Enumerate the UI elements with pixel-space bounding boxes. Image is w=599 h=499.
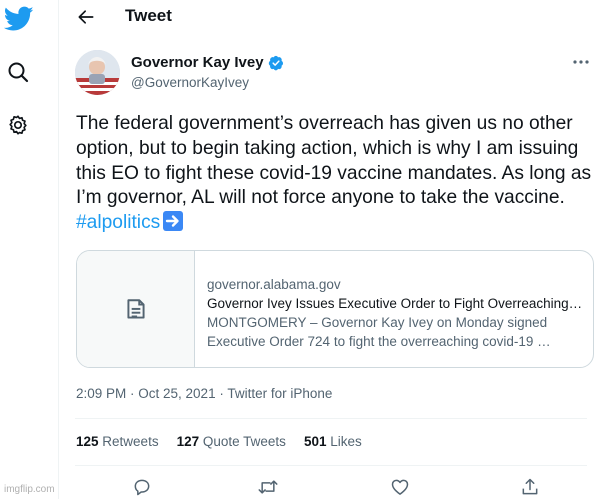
search-icon[interactable] xyxy=(4,58,32,86)
engagement-stats: 125 Retweets 127 Quote Tweets 501 Likes xyxy=(76,434,362,449)
more-options-icon[interactable] xyxy=(570,54,592,70)
divider xyxy=(75,418,587,419)
gear-icon[interactable] xyxy=(4,111,32,139)
tweet-body: The federal government’s overreach has g… xyxy=(76,113,592,209)
quotes-label: Quote Tweets xyxy=(202,434,286,449)
card-domain: governor.alabama.gov xyxy=(207,277,341,292)
author-handle[interactable]: @GovernorKayIvey xyxy=(131,75,249,90)
reply-icon[interactable] xyxy=(131,476,153,498)
retweets-label: Retweets xyxy=(102,434,159,449)
author-name-text[interactable]: Governor Kay Ivey xyxy=(131,54,264,71)
card-description-line-1: MONTGOMERY – Governor Kay Ivey on Monday… xyxy=(207,315,548,330)
share-icon[interactable] xyxy=(519,476,541,498)
divider xyxy=(75,465,587,466)
hashtag-link[interactable]: #alpolitics xyxy=(76,212,160,233)
retweets-stat[interactable]: 125 Retweets xyxy=(76,434,159,449)
tweet-text: The federal government’s overreach has g… xyxy=(76,112,596,236)
author-name[interactable]: Governor Kay Ivey xyxy=(131,54,284,71)
verified-badge-icon xyxy=(268,55,284,71)
retweets-count: 125 xyxy=(76,434,99,449)
quote-tweets-stat[interactable]: 127 Quote Tweets xyxy=(177,434,286,449)
top-bar: Tweet xyxy=(59,0,599,36)
likes-count: 501 xyxy=(303,434,327,449)
tweet-timestamp[interactable]: 2:09 PM · Oct 25, 2021 · Twitter for iPh… xyxy=(76,386,332,401)
left-nav xyxy=(0,0,56,499)
page-title: Tweet xyxy=(125,6,172,25)
tweet-actions xyxy=(59,474,599,499)
document-icon xyxy=(77,251,195,367)
quotes-count: 127 xyxy=(176,434,200,449)
card-description-line-2: Executive Order 724 to fight the overrea… xyxy=(207,334,551,349)
likes-label: Likes xyxy=(330,434,362,449)
imgflip-watermark: imgflip.com xyxy=(4,484,55,495)
twitter-bird-icon[interactable] xyxy=(2,4,36,34)
back-arrow-icon[interactable] xyxy=(73,4,99,30)
tweet-detail-column: Tweet Governor Kay Ivey @GovernorKayIvey… xyxy=(58,0,599,499)
card-title: Governor Ivey Issues Executive Order to … xyxy=(207,296,583,311)
retweet-icon[interactable] xyxy=(257,476,279,498)
link-preview-card[interactable]: governor.alabama.gov Governor Ivey Issue… xyxy=(76,250,594,368)
right-arrow-emoji-icon xyxy=(163,211,184,232)
card-body: governor.alabama.gov Governor Ivey Issue… xyxy=(207,275,583,351)
likes-stat[interactable]: 501 Likes xyxy=(304,434,362,449)
tweet-author: Governor Kay Ivey @GovernorKayIvey xyxy=(59,44,599,100)
heart-icon[interactable] xyxy=(389,476,411,498)
avatar[interactable] xyxy=(75,50,120,95)
